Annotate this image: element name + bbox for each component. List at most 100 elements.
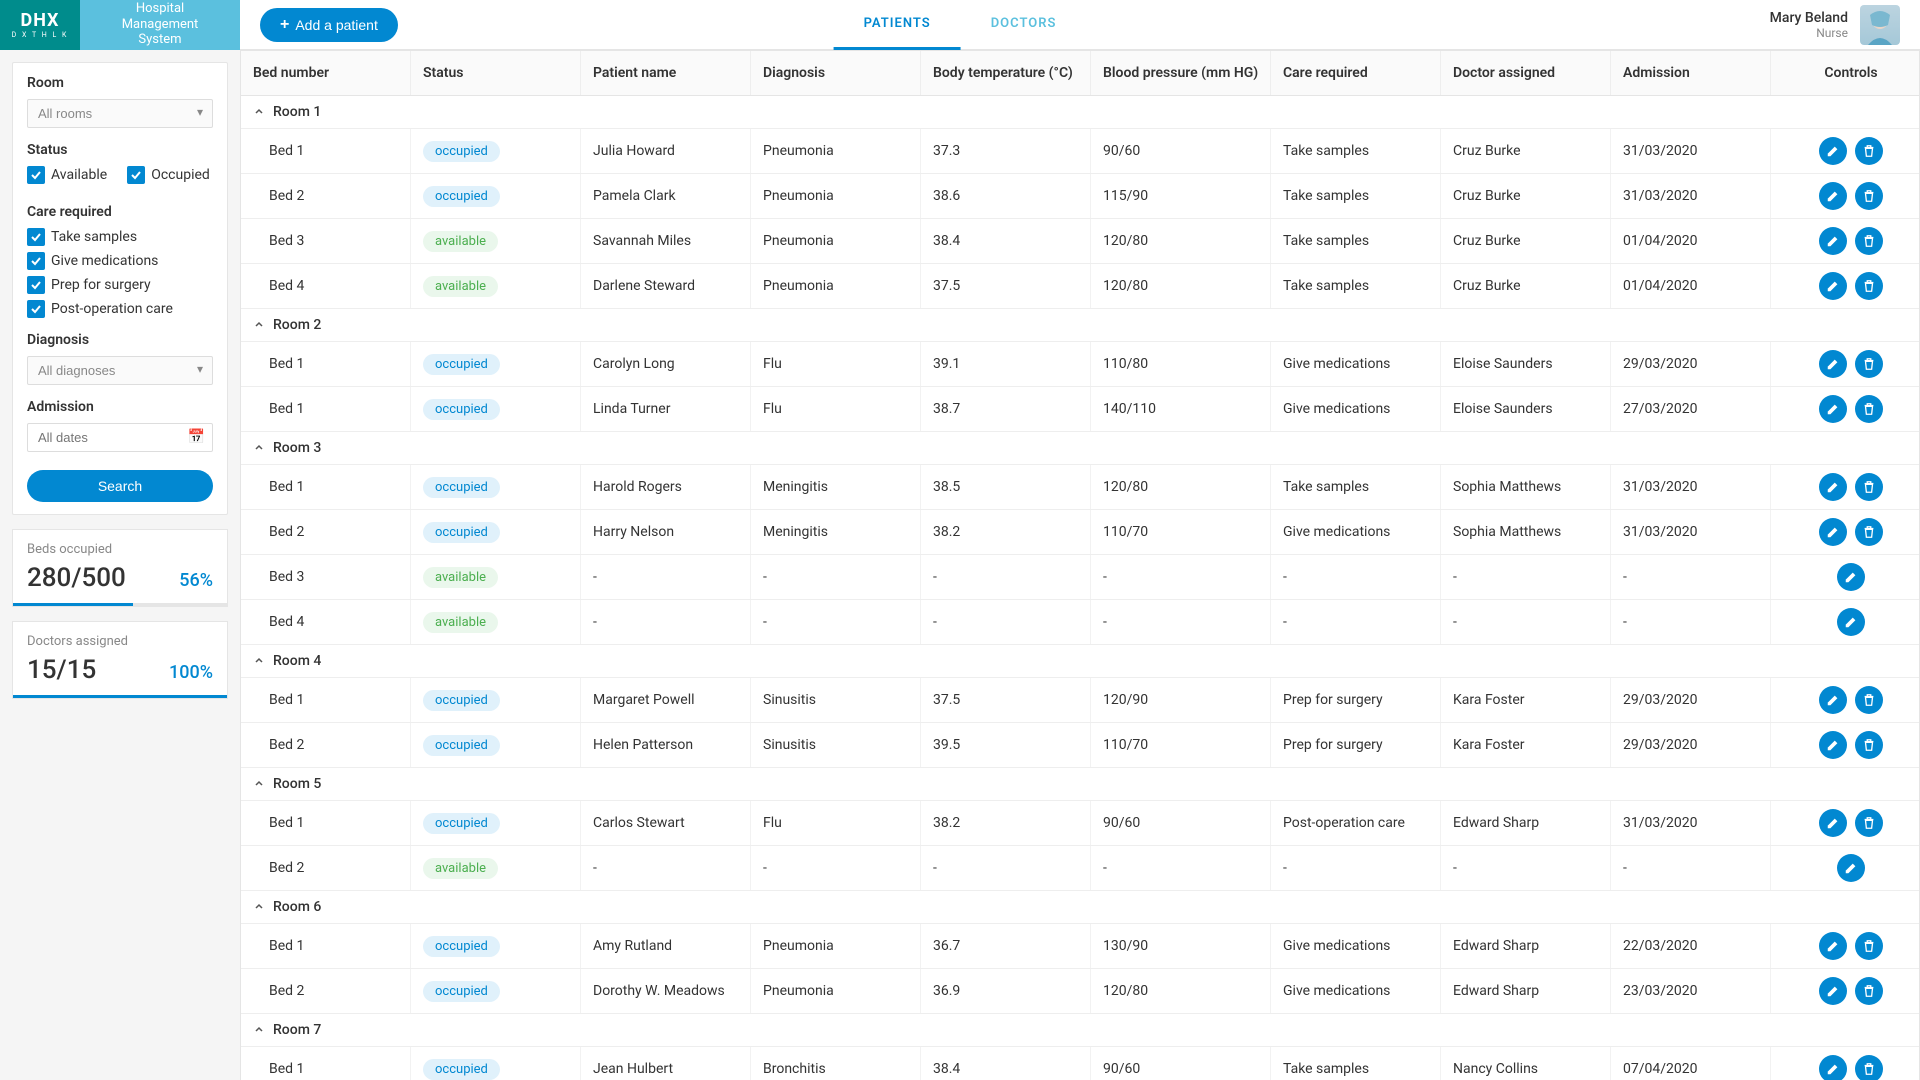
tab-doctors[interactable]: DOCTORS bbox=[961, 0, 1087, 50]
admission-input[interactable] bbox=[27, 423, 213, 452]
col-6[interactable]: Care required bbox=[1271, 51, 1441, 95]
status-badge: available bbox=[423, 567, 498, 588]
edit-button[interactable] bbox=[1819, 227, 1847, 255]
user-block[interactable]: Mary Beland Nurse bbox=[1770, 5, 1900, 45]
chevron-up-icon bbox=[253, 1024, 265, 1036]
group-row[interactable]: Room 7 bbox=[241, 1014, 1919, 1047]
admission-label: Admission bbox=[27, 399, 213, 415]
status-badge: occupied bbox=[423, 690, 500, 711]
edit-button[interactable] bbox=[1819, 272, 1847, 300]
table-row: Bed 2occupiedPamela ClarkPneumonia38.611… bbox=[241, 174, 1919, 219]
edit-button[interactable] bbox=[1819, 350, 1847, 378]
col-2[interactable]: Patient name bbox=[581, 51, 751, 95]
avatar bbox=[1860, 5, 1900, 45]
delete-button[interactable] bbox=[1855, 809, 1883, 837]
delete-button[interactable] bbox=[1855, 473, 1883, 501]
logo-sub-text: D X T H L K bbox=[12, 31, 69, 39]
edit-button[interactable] bbox=[1837, 854, 1865, 882]
delete-button[interactable] bbox=[1855, 518, 1883, 546]
chevron-up-icon bbox=[253, 319, 265, 331]
diagnosis-select[interactable]: All diagnoses bbox=[27, 356, 213, 385]
delete-button[interactable] bbox=[1855, 182, 1883, 210]
delete-button[interactable] bbox=[1855, 686, 1883, 714]
room-select[interactable]: All rooms bbox=[27, 99, 213, 128]
add-patient-button[interactable]: + Add a patient bbox=[260, 8, 398, 42]
delete-button[interactable] bbox=[1855, 272, 1883, 300]
col-7[interactable]: Doctor assigned bbox=[1441, 51, 1611, 95]
header: DHX D X T H L K Hospital Management Syst… bbox=[0, 0, 1920, 50]
delete-button[interactable] bbox=[1855, 395, 1883, 423]
logo-mark: DHX D X T H L K bbox=[0, 0, 80, 50]
table-row: Bed 1occupiedJean HulbertBronchitis38.49… bbox=[241, 1047, 1919, 1080]
col-5[interactable]: Blood pressure (mm HG) bbox=[1091, 51, 1271, 95]
checkbox-care-1[interactable] bbox=[27, 252, 45, 270]
edit-button[interactable] bbox=[1819, 809, 1847, 837]
table-row: Bed 3availableSavannah MilesPneumonia38.… bbox=[241, 219, 1919, 264]
delete-button[interactable] bbox=[1855, 227, 1883, 255]
user-name: Mary Beland bbox=[1770, 10, 1848, 26]
edit-button[interactable] bbox=[1819, 182, 1847, 210]
edit-button[interactable] bbox=[1819, 395, 1847, 423]
group-row[interactable]: Room 3 bbox=[241, 432, 1919, 465]
delete-button[interactable] bbox=[1855, 932, 1883, 960]
status-badge: available bbox=[423, 858, 498, 879]
status-badge: occupied bbox=[423, 981, 500, 1002]
edit-button[interactable] bbox=[1837, 563, 1865, 591]
group-row[interactable]: Room 5 bbox=[241, 768, 1919, 801]
beds-pct: 56% bbox=[179, 570, 213, 591]
status-badge: occupied bbox=[423, 936, 500, 957]
status-badge: occupied bbox=[423, 522, 500, 543]
status-badge: occupied bbox=[423, 141, 500, 162]
col-1[interactable]: Status bbox=[411, 51, 581, 95]
delete-button[interactable] bbox=[1855, 977, 1883, 1005]
edit-button[interactable] bbox=[1819, 977, 1847, 1005]
edit-button[interactable] bbox=[1819, 932, 1847, 960]
checkbox-available[interactable] bbox=[27, 166, 45, 184]
group-row[interactable]: Room 4 bbox=[241, 645, 1919, 678]
diagnosis-label: Diagnosis bbox=[27, 332, 213, 348]
checkbox-care-0[interactable] bbox=[27, 228, 45, 246]
chevron-up-icon bbox=[253, 655, 265, 667]
calendar-icon[interactable]: 📅 bbox=[188, 429, 205, 445]
tab-patients[interactable]: PATIENTS bbox=[834, 0, 961, 50]
search-button[interactable]: Search bbox=[27, 470, 213, 502]
col-9[interactable]: Controls bbox=[1771, 51, 1920, 95]
edit-button[interactable] bbox=[1837, 608, 1865, 636]
edit-button[interactable] bbox=[1819, 1055, 1847, 1080]
col-8[interactable]: Admission bbox=[1611, 51, 1771, 95]
edit-button[interactable] bbox=[1819, 686, 1847, 714]
delete-button[interactable] bbox=[1855, 137, 1883, 165]
col-3[interactable]: Diagnosis bbox=[751, 51, 921, 95]
table-row: Bed 1occupiedJulia HowardPneumonia37.390… bbox=[241, 129, 1919, 174]
checkbox-occupied[interactable] bbox=[127, 166, 145, 184]
edit-button[interactable] bbox=[1819, 137, 1847, 165]
checkbox-care-2[interactable] bbox=[27, 276, 45, 294]
group-row[interactable]: Room 1 bbox=[241, 96, 1919, 129]
app-title: Hospital Management System bbox=[80, 1, 240, 48]
delete-button[interactable] bbox=[1855, 1055, 1883, 1080]
group-row[interactable]: Room 2 bbox=[241, 309, 1919, 342]
edit-button[interactable] bbox=[1819, 731, 1847, 759]
status-badge: occupied bbox=[423, 735, 500, 756]
plus-icon: + bbox=[280, 16, 289, 34]
beds-value: 280/500 bbox=[27, 563, 126, 593]
delete-button[interactable] bbox=[1855, 350, 1883, 378]
status-badge: available bbox=[423, 231, 498, 252]
edit-button[interactable] bbox=[1819, 473, 1847, 501]
chevron-up-icon bbox=[253, 442, 265, 454]
col-4[interactable]: Body temperature (°C) bbox=[921, 51, 1091, 95]
edit-button[interactable] bbox=[1819, 518, 1847, 546]
patients-grid: Bed numberStatusPatient nameDiagnosisBod… bbox=[240, 50, 1920, 1080]
logo: DHX D X T H L K Hospital Management Syst… bbox=[0, 0, 240, 50]
sidebar: Room All rooms Status Available bbox=[0, 50, 240, 1080]
delete-button[interactable] bbox=[1855, 731, 1883, 759]
stat-beds: Beds occupied 280/500 56% bbox=[12, 529, 228, 607]
checkbox-care-3[interactable] bbox=[27, 300, 45, 318]
user-role: Nurse bbox=[1770, 26, 1848, 40]
filter-panel: Room All rooms Status Available bbox=[12, 62, 228, 515]
table-row: Bed 2occupiedHarry NelsonMeningitis38.21… bbox=[241, 510, 1919, 555]
group-row[interactable]: Room 6 bbox=[241, 891, 1919, 924]
tabs: PATIENTS DOCTORS bbox=[834, 0, 1087, 50]
col-0[interactable]: Bed number bbox=[241, 51, 411, 95]
doctors-pct: 100% bbox=[169, 662, 213, 683]
